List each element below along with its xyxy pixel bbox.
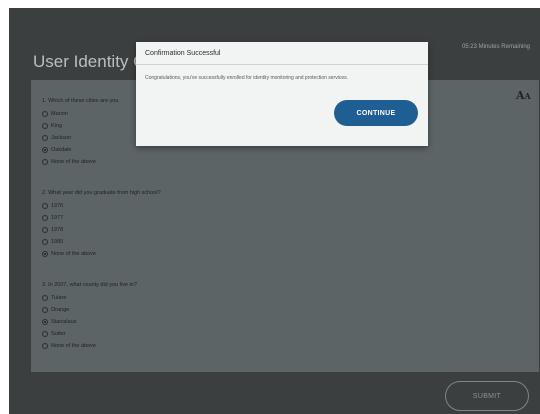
submit-button[interactable]: SUBMIT [445, 381, 529, 411]
option-row[interactable]: 1976 [42, 200, 161, 212]
radio-button-selected[interactable] [42, 251, 48, 257]
option-label: 1976 [51, 203, 64, 209]
radio-button[interactable] [42, 343, 48, 349]
option-label: Jackson [51, 135, 72, 141]
option-row[interactable]: Marion [42, 108, 118, 120]
option-label: 1977 [51, 215, 64, 221]
radio-button[interactable] [42, 215, 48, 221]
option-label: 1978 [51, 227, 64, 233]
font-size-icon[interactable]: AA [516, 89, 531, 102]
option-row[interactable]: None of the above [42, 156, 118, 168]
question-2: 2. What year did you graduate from high … [42, 190, 161, 260]
option-label: Orange [51, 307, 70, 313]
option-label: Oakdale [51, 147, 72, 153]
option-row[interactable]: Tulare [42, 292, 137, 304]
question-text: 1. Which of these cities are you [42, 98, 119, 104]
timer-text: 05:23 Minutes Remaining [461, 44, 530, 50]
radio-button[interactable] [42, 307, 48, 313]
option-label: Marion [51, 111, 68, 117]
radio-button[interactable] [42, 123, 48, 129]
radio-button[interactable] [42, 227, 48, 233]
option-row[interactable]: 1978 [42, 224, 161, 236]
option-row[interactable]: Stanislaus [42, 316, 137, 328]
radio-button[interactable] [42, 295, 48, 301]
option-row[interactable]: King [42, 120, 118, 132]
option-row[interactable]: 1977 [42, 212, 161, 224]
option-label: Tulare [51, 295, 67, 301]
confirmation-dialog: Confirmation Successful Congratulations,… [136, 42, 428, 146]
option-label: 1980 [51, 239, 64, 245]
option-row[interactable]: Jackson [42, 132, 118, 144]
radio-button[interactable] [42, 239, 48, 245]
continue-button[interactable]: CONTINUE [334, 100, 418, 126]
radio-button[interactable] [42, 159, 48, 165]
radio-button-selected[interactable] [42, 319, 48, 325]
option-row[interactable]: Orange [42, 304, 137, 316]
option-row[interactable]: Oakdale [42, 144, 118, 156]
option-label: Stanislaus [51, 319, 77, 325]
radio-button-selected[interactable] [42, 147, 48, 153]
question-1: 1. Which of these cities are you Marion … [42, 98, 118, 168]
question-text: 3. In 2007, what county did you live in? [42, 282, 137, 288]
question-text: 2. What year did you graduate from high … [42, 190, 161, 196]
option-label: None of the above [51, 251, 96, 257]
option-row[interactable]: None of the above [42, 248, 161, 260]
option-row[interactable]: 1980 [42, 236, 161, 248]
radio-button[interactable] [42, 111, 48, 117]
option-label: King [51, 123, 63, 129]
option-label: Sutter [51, 331, 66, 337]
dialog-message: Congratulations, you've successfully enr… [145, 75, 349, 81]
radio-button[interactable] [42, 135, 48, 141]
radio-button[interactable] [42, 331, 48, 337]
option-label: None of the above [51, 343, 96, 349]
dialog-title: Confirmation Successful [136, 42, 428, 65]
question-3: 3. In 2007, what county did you live in?… [42, 282, 137, 352]
option-row[interactable]: Sutter [42, 328, 137, 340]
option-label: None of the above [51, 159, 96, 165]
option-row[interactable]: None of the above [42, 340, 137, 352]
radio-button[interactable] [42, 203, 48, 209]
